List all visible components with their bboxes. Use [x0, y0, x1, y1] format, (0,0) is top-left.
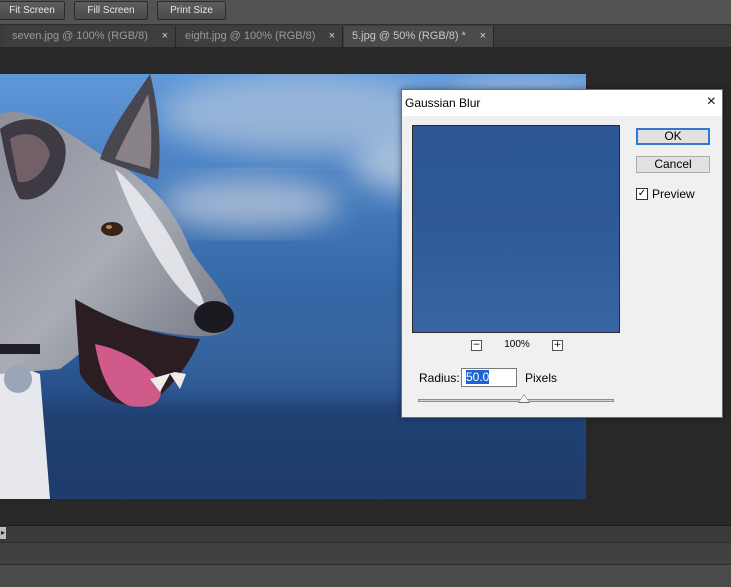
- tab-label: seven.jpg @ 100% (RGB/8): [12, 30, 148, 42]
- fill-screen-button[interactable]: Fill Screen: [74, 1, 148, 20]
- bottom-panel-strip: [0, 564, 731, 587]
- scroll-right-arrow-icon[interactable]: ▸: [0, 527, 6, 539]
- status-bar: [0, 542, 731, 564]
- zoom-level: 100%: [504, 339, 530, 350]
- tab-close-icon[interactable]: ×: [329, 26, 335, 47]
- cancel-button[interactable]: Cancel: [636, 156, 710, 173]
- dialog-title: Gaussian Blur: [405, 96, 481, 110]
- radius-label: Radius:: [419, 371, 460, 385]
- tab-close-icon[interactable]: ×: [162, 26, 168, 47]
- gaussian-blur-dialog: Gaussian Blur × − 100% + OK Cancel ✓ Pre…: [401, 89, 723, 418]
- close-icon[interactable]: ×: [707, 93, 716, 111]
- zoom-out-button[interactable]: −: [471, 340, 482, 351]
- fit-screen-button[interactable]: Fit Screen: [0, 1, 65, 20]
- radius-slider-track[interactable]: [418, 399, 614, 402]
- horizontal-scrollbar[interactable]: ▸: [0, 525, 731, 542]
- tab-5-jpg[interactable]: 5.jpg @ 50% (RGB/8) * ×: [344, 26, 494, 47]
- print-size-button[interactable]: Print Size: [157, 1, 226, 20]
- tab-label: eight.jpg @ 100% (RGB/8): [185, 30, 316, 42]
- tab-close-icon[interactable]: ×: [480, 26, 486, 47]
- checkmark-icon: ✓: [637, 188, 647, 199]
- zoom-in-button[interactable]: +: [552, 340, 563, 351]
- filter-preview-pane[interactable]: [412, 125, 620, 333]
- tab-eight-jpg[interactable]: eight.jpg @ 100% (RGB/8) ×: [177, 26, 343, 47]
- radius-value: 50.0: [466, 370, 490, 384]
- preview-label: Preview: [652, 187, 695, 201]
- radius-unit-label: Pixels: [525, 371, 558, 385]
- tab-seven-jpg[interactable]: seven.jpg @ 100% (RGB/8) ×: [4, 26, 176, 47]
- radius-slider-thumb[interactable]: [517, 394, 530, 403]
- options-bar: Fit Screen Fill Screen Print Size: [0, 0, 731, 25]
- radius-input[interactable]: 50.0: [461, 368, 517, 387]
- document-tab-bar: seven.jpg @ 100% (RGB/8) × eight.jpg @ 1…: [0, 25, 731, 48]
- tab-label: 5.jpg @ 50% (RGB/8) *: [352, 30, 466, 42]
- dialog-title-bar[interactable]: Gaussian Blur ×: [402, 90, 722, 116]
- ok-button[interactable]: OK: [636, 128, 710, 145]
- preview-checkbox[interactable]: ✓: [636, 188, 648, 200]
